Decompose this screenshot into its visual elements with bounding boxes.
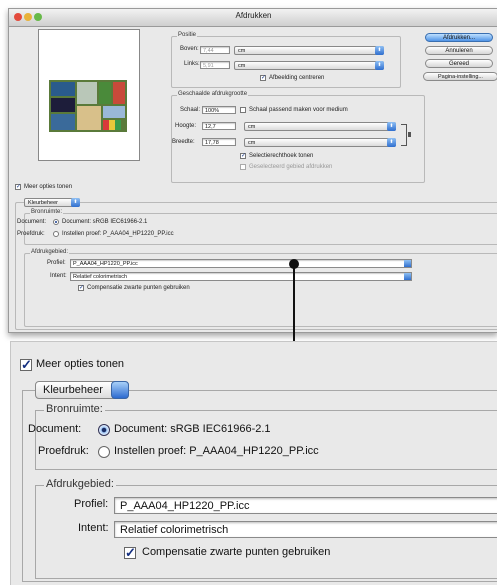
more-options-label-zoom: Meer opties tonen xyxy=(36,358,125,370)
intent-label: Intent: xyxy=(50,273,67,279)
source-space-group: Bronruimte: Document: Document: sRGB IEC… xyxy=(17,209,497,245)
more-options-checkbox-zoom[interactable]: ✓ xyxy=(20,358,32,371)
profile-label: Profiel: xyxy=(47,260,66,266)
proof-radio-zoom[interactable] xyxy=(98,446,110,458)
print-space-group: Afdrukgebied: Profiel: P_AAA04_HP1220_PP… xyxy=(24,249,497,327)
document-radio[interactable] xyxy=(53,219,59,225)
print-preview xyxy=(38,29,140,161)
more-options-checkbox[interactable]: ✓ xyxy=(15,184,21,190)
profile-select[interactable]: P_AAA04_HP1220_PP.icc xyxy=(70,259,412,268)
height-unit-select[interactable]: cm ⬍ xyxy=(244,122,396,131)
scale-label: Schaal: xyxy=(180,107,201,113)
more-options-label: Meer opties tonen xyxy=(24,184,73,190)
bpc-checkbox-zoom[interactable]: ✓ xyxy=(124,546,136,559)
source-space-group-zoom: Bronruimte: Document: Document: sRGB IEC… xyxy=(28,403,497,470)
color-management-group: Kleurbeheer ⬍ Bronruimte: Document: Docum… xyxy=(15,198,497,330)
intent-label-zoom: Intent: xyxy=(78,522,109,534)
scale-field[interactable]: 100% xyxy=(202,106,236,114)
profile-label-zoom: Profiel: xyxy=(74,498,109,510)
center-image-checkbox[interactable]: ✓ xyxy=(260,75,266,81)
print-space-group-zoom: Afdrukgebied: Profiel: P_AAA04_HP1220_PP… xyxy=(35,478,497,579)
top-label: Boven: xyxy=(180,46,199,52)
proof-label: Proefdruk: xyxy=(17,231,45,237)
print-space-label-zoom: Afdrukgebied: xyxy=(44,478,116,490)
scaled-size-group-label: Geschaalde afdrukgrootte xyxy=(177,91,249,97)
proof-label-zoom: Proefdruk: xyxy=(38,445,89,457)
left-field[interactable]: 5,91 xyxy=(200,61,230,69)
profile-select-zoom[interactable]: P_AAA04_HP1220_PP.icc xyxy=(114,497,497,514)
width-label: Breedte: xyxy=(172,139,195,145)
color-management-select[interactable]: Kleurbeheer ⬍ xyxy=(24,198,80,207)
color-management-select-zoom[interactable]: Kleurbeheer xyxy=(35,381,129,399)
proof-option-label: Instellen proef: P_AAA04_HP1220_PP.icc xyxy=(62,231,174,237)
bpc-label-zoom: Compensatie zwarte punten gebruiken xyxy=(142,546,331,558)
document-option-label: Document: sRGB IEC61966-2.1 xyxy=(62,219,148,225)
source-space-label-zoom: Bronruimte: xyxy=(44,403,105,415)
bpc-checkbox[interactable]: ✓ xyxy=(78,285,84,291)
scaled-size-group: Geschaalde afdrukgrootte Schaal: 100% Sc… xyxy=(171,91,425,183)
popup-arrows-icon: ⬍ xyxy=(375,46,384,55)
intent-select[interactable]: Relatief colorimetrisch xyxy=(70,272,412,281)
top-field[interactable]: 7,44 xyxy=(200,46,230,54)
fit-media-checkbox[interactable] xyxy=(240,107,246,113)
height-label: Hoogte: xyxy=(175,123,197,129)
link-bracket-icon xyxy=(401,124,407,146)
left-unit-select[interactable]: cm ⬍ xyxy=(234,61,384,70)
print-button[interactable]: Afdrukken... xyxy=(425,33,493,42)
document-label-zoom: Document: xyxy=(28,423,82,435)
popup-arrows-icon xyxy=(404,260,411,267)
left-label: Links: xyxy=(184,61,200,67)
proof-radio[interactable] xyxy=(53,231,59,237)
zoomed-detail: ✓ Meer opties tonen Kleurbeheer Bronruim… xyxy=(10,341,497,585)
fit-media-label: Schaal passend maken voor medium xyxy=(249,107,348,113)
document-radio-zoom[interactable] xyxy=(98,424,110,436)
popup-arrows-icon: ⬍ xyxy=(375,61,384,70)
page-setup-button[interactable]: Pagina-instelling... xyxy=(423,72,497,81)
popup-arrows-icon: ⬍ xyxy=(71,198,80,207)
show-bbox-label: Selectierechthoek tonen xyxy=(249,153,314,159)
print-dialog: Afdrukken Positie Boven: 7,44 cm ⬍ Links:… xyxy=(8,8,497,333)
print-selected-label: Geselecteerd gebied afdrukken xyxy=(249,164,333,170)
popup-arrows-icon xyxy=(404,273,411,280)
source-space-label: Bronruimte: xyxy=(30,209,64,215)
bpc-label: Compensatie zwarte punten gebruiken xyxy=(87,285,190,291)
color-management-group-zoom: Kleurbeheer Bronruimte: Document: Docume… xyxy=(22,381,497,582)
position-group-label: Positie xyxy=(177,32,198,38)
print-selected-checkbox[interactable] xyxy=(240,164,246,170)
link-chain-icon xyxy=(408,132,411,137)
cancel-button[interactable]: Annuleren xyxy=(425,46,493,55)
position-group: Positie Boven: 7,44 cm ⬍ Links: 5,91 cm ⬍ … xyxy=(171,32,401,88)
height-field[interactable]: 12,7 xyxy=(202,122,236,130)
top-unit-select[interactable]: cm ⬍ xyxy=(234,46,384,55)
center-image-label: Afbeelding centreren xyxy=(269,75,325,81)
popup-arrows-icon xyxy=(111,381,129,399)
show-bbox-checkbox[interactable]: ✓ xyxy=(240,153,246,159)
preview-image xyxy=(49,80,127,132)
proof-option-label-zoom: Instellen proef: P_AAA04_HP1220_PP.icc xyxy=(114,445,319,457)
intent-select-zoom[interactable]: Relatief colorimetrisch xyxy=(114,521,497,538)
document-label: Document: xyxy=(17,219,47,225)
title-bar: Afdrukken xyxy=(9,9,497,27)
document-option-label-zoom: Document: sRGB IEC61966-2.1 xyxy=(114,423,271,435)
dialog-title: Afdrukken xyxy=(235,11,272,20)
print-space-label: Afdrukgebied: xyxy=(30,249,70,255)
popup-arrows-icon: ⬍ xyxy=(387,138,396,147)
width-field[interactable]: 17,78 xyxy=(202,138,236,146)
width-unit-select[interactable]: cm ⬍ xyxy=(244,138,396,147)
popup-arrows-icon: ⬍ xyxy=(387,122,396,131)
done-button[interactable]: Gereed xyxy=(425,59,493,68)
